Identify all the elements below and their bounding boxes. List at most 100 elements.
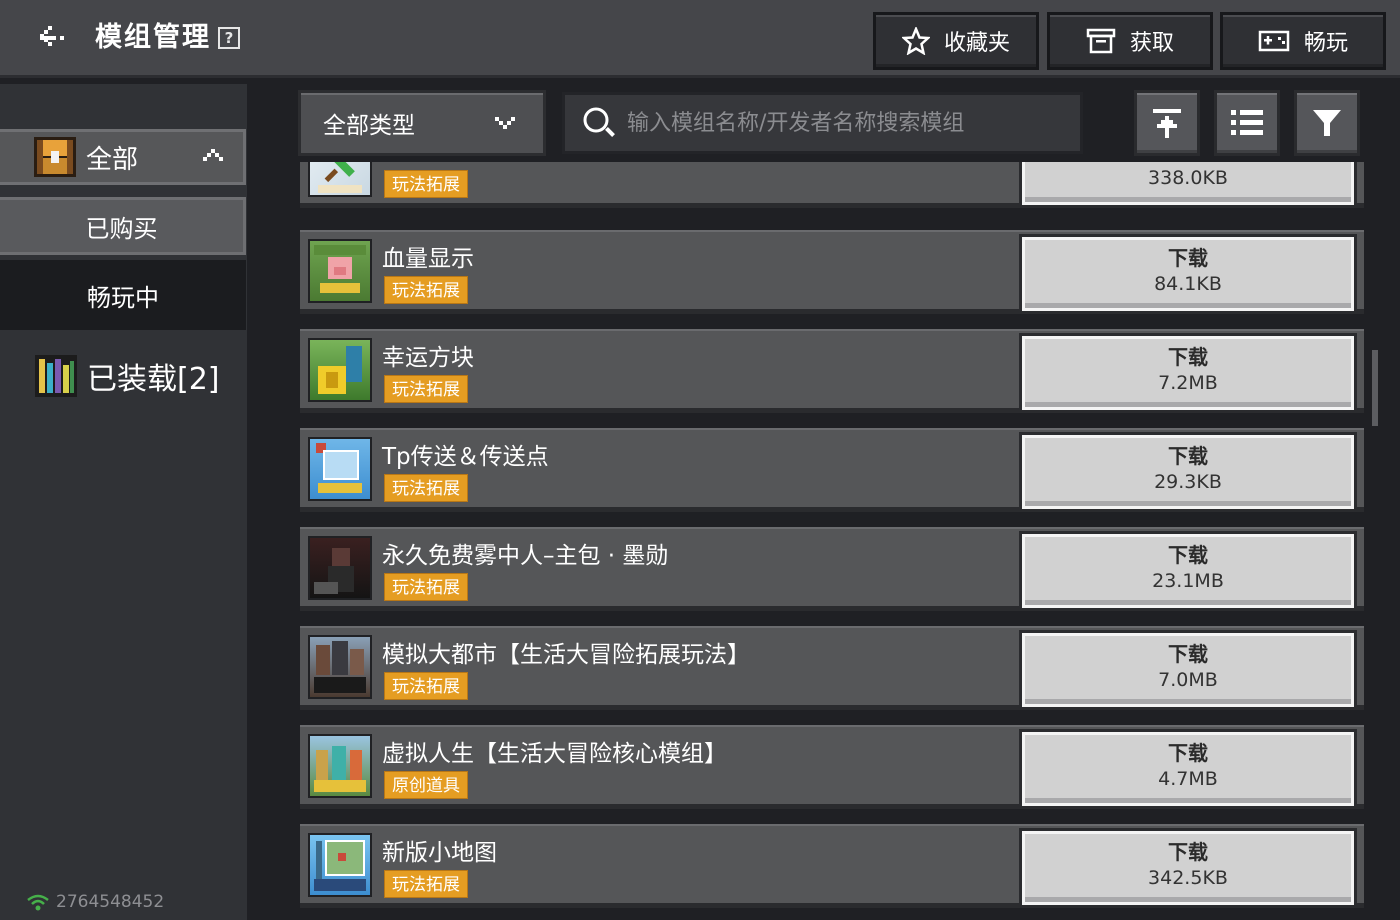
download-label: 下载: [1168, 840, 1208, 864]
pig-icon: [314, 245, 366, 293]
star-icon: [901, 27, 930, 55]
mod-thumbnail: [308, 239, 372, 303]
download-button[interactable]: 下载 338.0KB: [1022, 162, 1354, 205]
download-size: 342.5KB: [1148, 867, 1228, 889]
filter-button[interactable]: [1294, 90, 1360, 156]
mod-thumbnail: [308, 338, 372, 402]
network-status: 2764548452: [26, 892, 164, 912]
download-label: 下载: [1168, 741, 1208, 765]
download-label: 下载: [1168, 543, 1208, 567]
chest-icon: [34, 137, 76, 177]
fog-man-icon: [314, 548, 354, 594]
city-icon: [314, 641, 366, 693]
mod-list: 玩法拓展 下载 338.0KB 血量显示 玩法拓展 下载 84.1KB: [290, 162, 1370, 920]
mod-thumbnail: [308, 833, 372, 897]
download-size: 29.3KB: [1154, 471, 1222, 493]
sidebar-item-all[interactable]: 全部: [0, 129, 246, 185]
download-size: 84.1KB: [1154, 273, 1222, 295]
filter-icon: [1313, 110, 1341, 136]
search-input[interactable]: [627, 110, 1067, 136]
list-item[interactable]: 永久免费雾中人–主包 · 墨勋 玩法拓展 下载 23.1MB: [300, 527, 1364, 611]
download-button[interactable]: 下载 4.7MB: [1022, 732, 1354, 806]
play-label: 畅玩: [1303, 31, 1348, 56]
download-label: 下载: [1168, 642, 1208, 666]
mod-title: 永久免费雾中人–主包 · 墨勋: [382, 543, 669, 569]
list-item[interactable]: 新版小地图 玩法拓展 下载 342.5KB: [300, 824, 1364, 908]
mod-category-tag: 玩法拓展: [384, 672, 468, 700]
bookshelf-icon: [35, 355, 77, 397]
mod-title: Tp传送＆传送点: [382, 444, 549, 470]
wifi-icon: [27, 894, 49, 911]
gamepad-icon: [1258, 30, 1290, 52]
download-size: 4.7MB: [1158, 768, 1218, 790]
list-view-button[interactable]: [1214, 90, 1280, 156]
download-button[interactable]: 下载 342.5KB: [1022, 831, 1354, 905]
favorites-button[interactable]: 收藏夹: [873, 12, 1039, 70]
download-label: 下载: [1168, 246, 1208, 270]
mod-thumbnail: [308, 635, 372, 699]
download-size: 23.1MB: [1152, 570, 1224, 592]
type-filter-value: 全部类型: [323, 113, 415, 139]
chevron-up-icon: [203, 149, 223, 161]
mod-title: 虚拟人生【生活大冒险核心模组】: [382, 741, 727, 767]
arrow-to-top-icon: [1153, 109, 1181, 138]
scrollbar[interactable]: [1372, 350, 1378, 426]
mod-category-tag: 玩法拓展: [384, 170, 468, 198]
mod-thumbnail: [308, 734, 372, 798]
download-button[interactable]: 下载 7.0MB: [1022, 633, 1354, 707]
back-button[interactable]: [24, 18, 76, 58]
download-size: 338.0KB: [1148, 167, 1228, 189]
scroll-top-button[interactable]: [1134, 90, 1200, 156]
list-item[interactable]: 幸运方块 玩法拓展 下载 7.2MB: [300, 329, 1364, 413]
download-button[interactable]: 下载 29.3KB: [1022, 435, 1354, 509]
download-button[interactable]: 下载 84.1KB: [1022, 237, 1354, 311]
download-size: 7.0MB: [1158, 669, 1218, 691]
list-item[interactable]: 虚拟人生【生活大冒险核心模组】 原创道具 下载 4.7MB: [300, 725, 1364, 809]
sidebar-item-installed-label: 已装载[2]: [87, 362, 220, 397]
download-button[interactable]: 下载 7.2MB: [1022, 336, 1354, 410]
list-item[interactable]: Tp传送＆传送点 玩法拓展 下载 29.3KB: [300, 428, 1364, 512]
top-bar: 模组管理 ? 收藏夹 获取 畅玩: [0, 0, 1400, 78]
sidebar-item-playing[interactable]: 畅玩中: [0, 260, 246, 330]
play-button[interactable]: 畅玩: [1220, 12, 1386, 70]
search-box[interactable]: [562, 92, 1083, 154]
archive-icon: [1086, 28, 1116, 54]
sidebar-item-purchased[interactable]: 已购买: [0, 197, 246, 255]
mod-category-tag: 玩法拓展: [384, 870, 468, 898]
mod-category-tag: 玩法拓展: [384, 375, 468, 403]
mod-thumbnail: [308, 437, 372, 501]
mod-title: 新版小地图: [382, 840, 497, 866]
sidebar-item-all-label: 全部: [86, 144, 139, 175]
download-label: 下载: [1168, 345, 1208, 369]
chevron-down-icon: [495, 117, 515, 129]
get-button[interactable]: 获取: [1047, 12, 1213, 70]
download-label: 下载: [1168, 444, 1208, 468]
lucky-block-icon: [318, 346, 362, 394]
mod-title: 模拟大都市【生活大冒险拓展玩法】: [382, 642, 750, 668]
list-item[interactable]: 血量显示 玩法拓展 下载 84.1KB: [300, 230, 1364, 314]
mod-category-tag: 原创道具: [384, 771, 468, 799]
download-size: 7.2MB: [1158, 372, 1218, 394]
sword-icon: [318, 162, 362, 193]
list-item[interactable]: 模拟大都市【生活大冒险拓展玩法】 玩法拓展 下载 7.0MB: [300, 626, 1364, 710]
sidebar-item-installed[interactable]: 已装载[2]: [35, 354, 220, 398]
mod-thumbnail: [308, 536, 372, 600]
mod-thumbnail: [308, 162, 372, 197]
help-icon[interactable]: ?: [218, 27, 240, 49]
list-item[interactable]: 玩法拓展 下载 338.0KB: [300, 162, 1364, 208]
favorites-label: 收藏夹: [943, 31, 1010, 56]
mod-title: 血量显示: [382, 246, 474, 272]
download-button[interactable]: 下载 23.1MB: [1022, 534, 1354, 608]
user-id: 2764548452: [56, 892, 165, 912]
mod-category-tag: 玩法拓展: [384, 276, 468, 304]
characters-icon: [314, 746, 366, 792]
search-icon: [583, 107, 615, 137]
back-arrow-icon: [40, 26, 64, 46]
mod-category-tag: 玩法拓展: [384, 474, 468, 502]
get-label: 获取: [1129, 31, 1174, 56]
type-filter-select[interactable]: 全部类型: [298, 90, 546, 156]
mod-category-tag: 玩法拓展: [384, 573, 468, 601]
minimap-icon: [314, 840, 366, 891]
sidebar: 全部 已购买 畅玩中 已装载[2] 2764548452: [0, 84, 247, 920]
page-title: 模组管理: [95, 22, 211, 53]
